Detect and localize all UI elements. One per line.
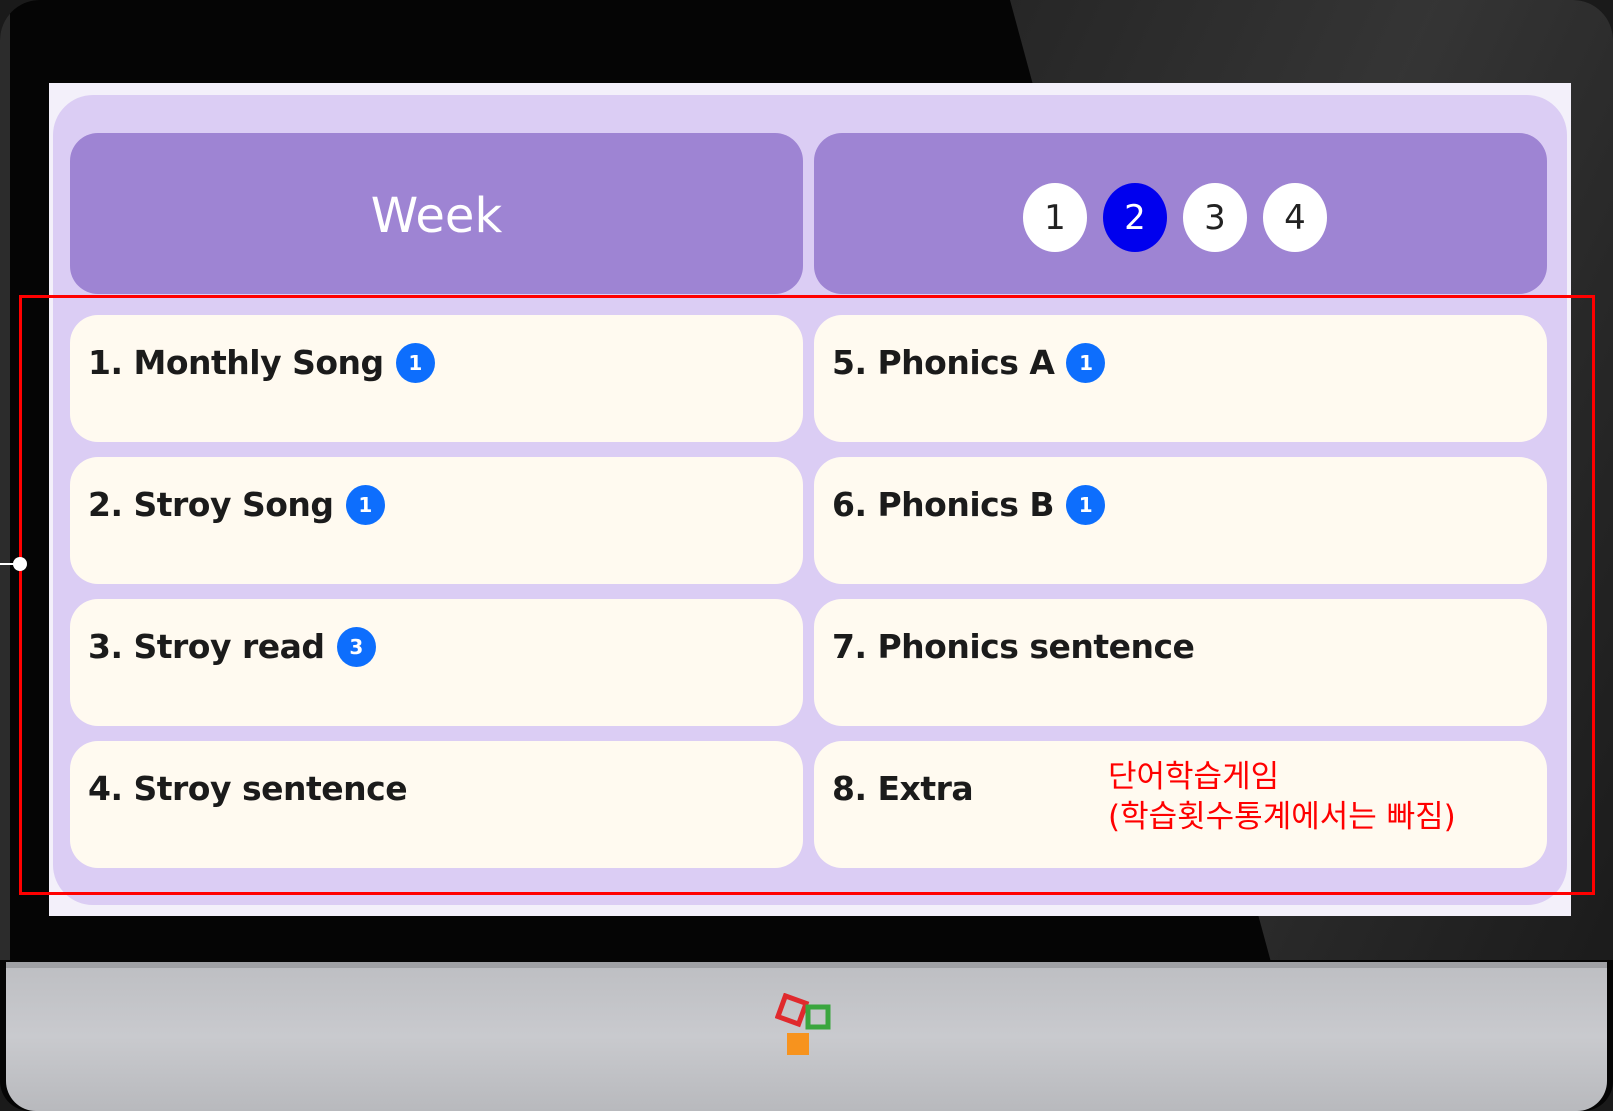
week-button-1[interactable]: 1 [1023, 183, 1087, 252]
lesson-item-story-read[interactable]: 3. Stroy read 3 [70, 599, 803, 726]
count-badge: 1 [1066, 342, 1106, 383]
tablet-device: Week 1 2 3 4 1. Monthly Song 1 2. Stroy S… [0, 0, 1613, 1111]
lesson-item-story-song[interactable]: 2. Stroy Song 1 [70, 457, 803, 584]
lesson-item-label: 4. Stroy sentence [88, 769, 408, 808]
bezel-edge [0, 0, 10, 960]
lesson-item-label: 6. Phonics B [832, 485, 1055, 524]
week-title: Week [370, 188, 503, 244]
annotation-note: 단어학습게임 (학습횟수통계에서는 빠짐) [1108, 757, 1456, 837]
week-button-2[interactable]: 2 [1103, 183, 1167, 252]
count-badge: 3 [336, 626, 376, 667]
annotation-line-2: (학습횟수통계에서는 빠짐) [1108, 799, 1456, 835]
count-badge: 1 [395, 342, 435, 383]
lesson-item-label: 3. Stroy read [88, 627, 325, 666]
lesson-item-label: 7. Phonics sentence [832, 627, 1195, 666]
colored-squares-logo-icon [775, 993, 831, 1055]
lesson-item-phonics-a[interactable]: 5. Phonics A 1 [814, 315, 1547, 442]
count-badge: 1 [345, 484, 385, 525]
lesson-item-label: 2. Stroy Song [88, 485, 334, 524]
lesson-item-phonics-b[interactable]: 6. Phonics B 1 [814, 457, 1547, 584]
lesson-item-monthly-song[interactable]: 1. Monthly Song 1 [70, 315, 803, 442]
week-button-3[interactable]: 3 [1183, 183, 1247, 252]
week-selector: 1 2 3 4 [814, 133, 1547, 294]
annotation-line-1: 단어학습게임 [1108, 759, 1280, 795]
week-header: Week [70, 133, 803, 294]
lesson-item-label: 5. Phonics A [832, 343, 1055, 382]
lesson-item-label: 8. Extra [832, 769, 974, 808]
lesson-item-label: 1. Monthly Song [88, 343, 384, 382]
lesson-item-story-sentence[interactable]: 4. Stroy sentence [70, 741, 803, 868]
week-button-4[interactable]: 4 [1263, 183, 1327, 252]
lesson-item-phonics-sentence[interactable]: 7. Phonics sentence [814, 599, 1547, 726]
count-badge: 1 [1066, 484, 1105, 525]
annotation-connector-dot [13, 557, 27, 571]
